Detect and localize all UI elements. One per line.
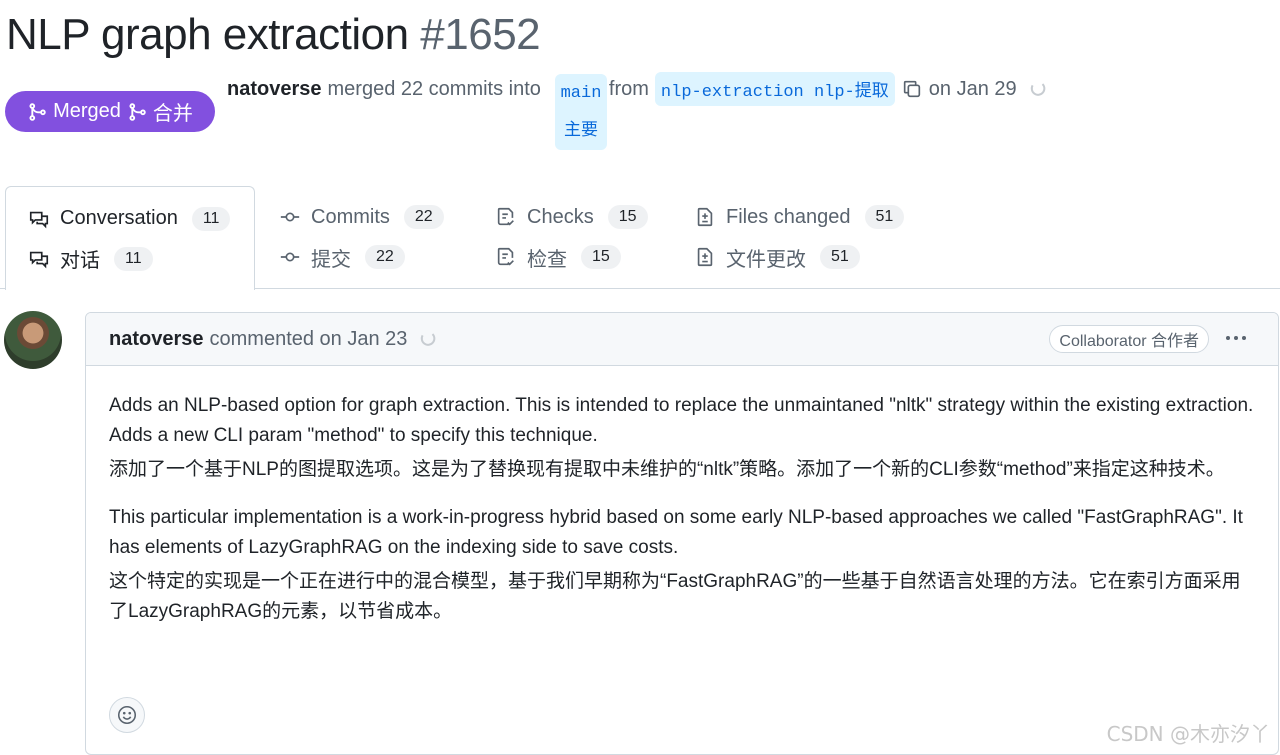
paragraph-zh: 这个特定的实现是一个正在进行中的混合模型，基于我们早期称为“FastGraphR…	[109, 571, 1241, 622]
merged-label: Merged	[53, 100, 121, 122]
tab-conversation[interactable]: Conversation 11 对话 11	[5, 186, 255, 290]
tab-files-changed[interactable]: Files changed 51 文件更改 51	[672, 186, 905, 288]
file-diff-icon	[697, 247, 713, 267]
paragraph-en: This particular implementation is a work…	[109, 507, 1243, 558]
base-branch-link[interactable]: main 主要	[555, 74, 607, 150]
smiley-icon	[117, 705, 137, 725]
loading-spinner-icon	[1029, 80, 1047, 98]
tab-counter: 11	[191, 206, 231, 231]
merged-text: merged 22 commits into	[327, 77, 541, 100]
tab-counter: 51	[864, 205, 905, 229]
base-branch-name-zh: 主要	[564, 121, 598, 141]
tab-label: Files changed	[726, 205, 851, 228]
copy-icon	[903, 80, 920, 98]
loading-spinner-icon	[419, 330, 437, 348]
base-branch-name: main	[560, 83, 602, 103]
comment-author-link[interactable]: natoverse	[109, 328, 204, 351]
tab-commits[interactable]: Commits 22 提交 22	[257, 186, 444, 288]
tab-label: Commits	[311, 205, 390, 228]
tab-checks[interactable]: Checks 15 检查 15	[473, 186, 648, 288]
checklist-icon	[497, 207, 514, 226]
conversation-icon	[29, 211, 49, 228]
tab-counter: 15	[581, 245, 621, 269]
tab-label-zh: 对话	[60, 250, 100, 272]
collaborator-badge: Collaborator 合作者	[1049, 325, 1209, 353]
tab-label-zh: 检查	[527, 248, 567, 271]
csdn-watermark: CSDN @木亦汐丫	[1106, 722, 1270, 746]
merge-date: on Jan 29	[928, 77, 1017, 100]
pr-number: #1652	[420, 10, 541, 59]
comment-body: Adds an NLP-based option for graph extra…	[86, 366, 1278, 627]
comment-meta[interactable]: commented on Jan 23	[210, 328, 408, 351]
file-diff-icon	[697, 207, 713, 227]
git-merge-icon	[29, 102, 46, 121]
checklist-icon	[497, 247, 514, 266]
avatar[interactable]	[4, 311, 62, 369]
pr-title: NLP graph extraction #1652	[6, 8, 541, 62]
tab-label-zh: 文件更改	[726, 248, 806, 271]
kebab-dot	[1226, 336, 1230, 340]
copy-branch-button[interactable]	[901, 78, 923, 100]
add-reaction-button[interactable]	[109, 697, 145, 733]
commit-icon	[280, 212, 300, 222]
tab-counter: 15	[607, 205, 648, 229]
comment-header: natoverse commented on Jan 23 Collaborat…	[86, 313, 1278, 366]
merged-label-zh: 合并	[152, 103, 193, 125]
comment-paragraph: This particular implementation is a work…	[109, 503, 1255, 627]
tab-counter: 11	[114, 246, 153, 271]
comment-box: natoverse commented on Jan 23 Collaborat…	[85, 312, 1279, 755]
from-text: from	[608, 77, 649, 100]
commit-icon	[280, 252, 300, 262]
head-branch-link[interactable]: nlp-extraction nlp-提取	[654, 72, 895, 106]
tab-label: Checks	[527, 205, 594, 228]
comment-options-button[interactable]	[1221, 325, 1251, 351]
paragraph-en: Adds an NLP-based option for graph extra…	[109, 395, 1254, 446]
tab-label: Conversation	[60, 207, 178, 229]
git-merge-icon	[129, 102, 146, 121]
pr-meta: natoverse merged 22 commits into from nl…	[227, 72, 1047, 106]
tab-counter: 51	[820, 245, 860, 269]
paragraph-zh: 添加了一个基于NLP的图提取选项。这是为了替换现有提取中未维护的“nltk”策略…	[109, 459, 1225, 480]
comment-paragraph: Adds an NLP-based option for graph extra…	[109, 391, 1255, 485]
pr-title-text: NLP graph extraction	[6, 10, 409, 59]
kebab-dot	[1242, 336, 1246, 340]
tab-label-zh: 提交	[311, 248, 351, 271]
merged-status-badge: Merged 合并	[5, 91, 215, 132]
tab-counter: 22	[365, 245, 405, 269]
kebab-dot	[1234, 336, 1238, 340]
tab-counter: 22	[403, 205, 444, 229]
pr-author-link[interactable]: natoverse	[227, 78, 322, 101]
conversation-icon	[29, 251, 49, 268]
